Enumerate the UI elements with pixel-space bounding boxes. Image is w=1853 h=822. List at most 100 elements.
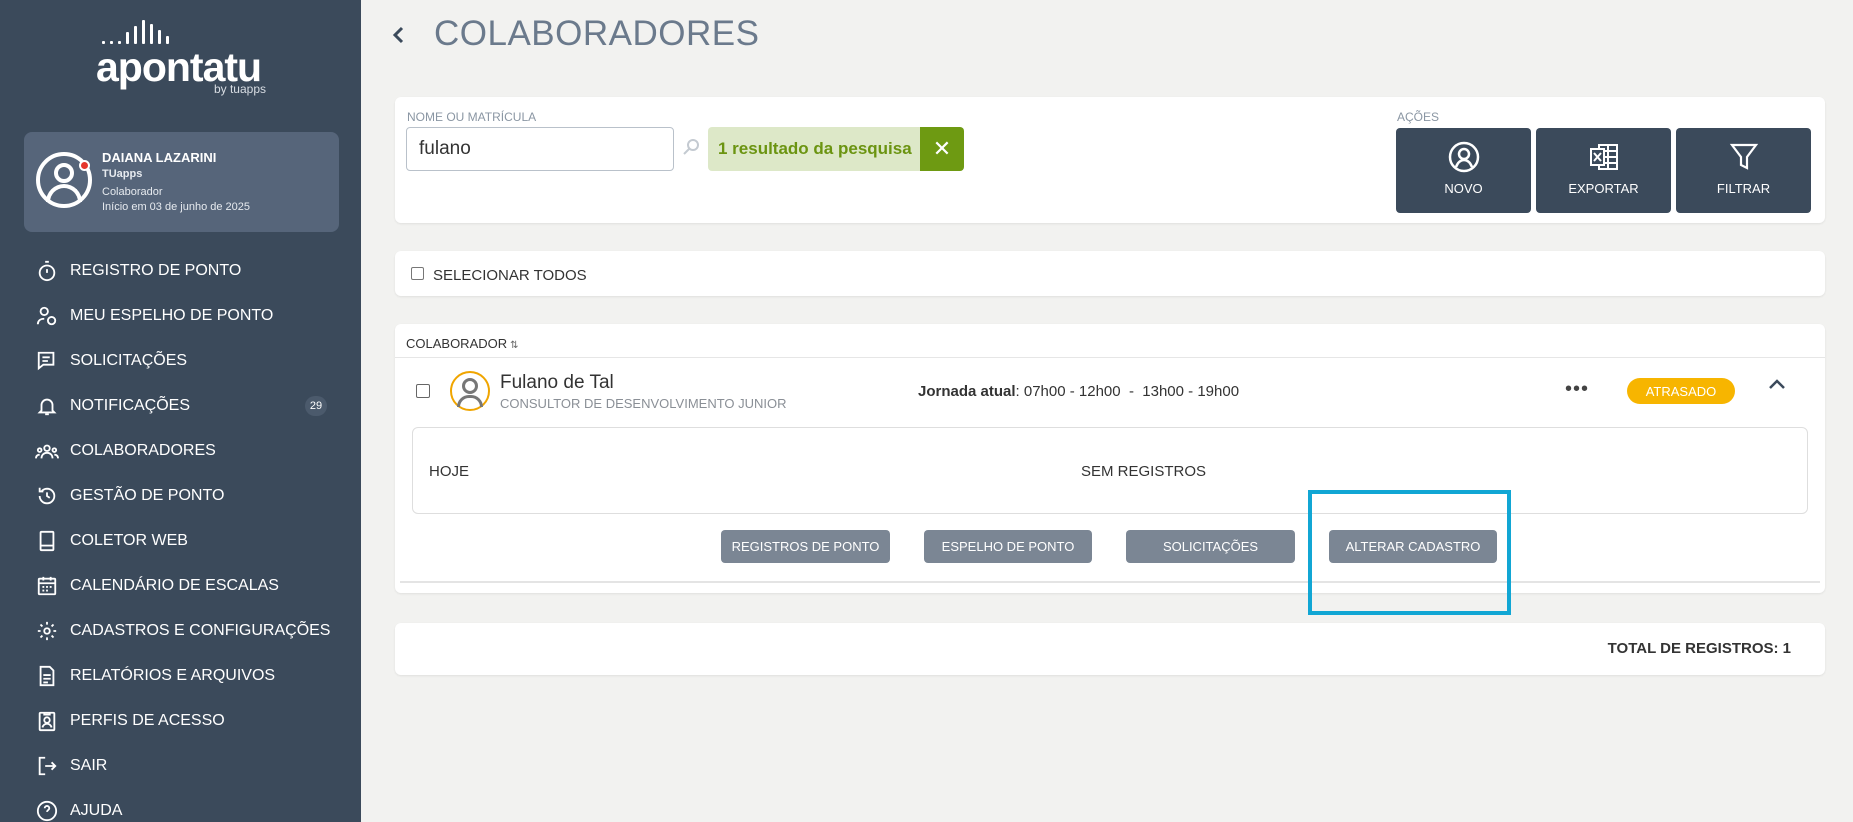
current-schedule: Jornada atual: 07h00 - 12h00 - 13h00 - 1…: [918, 383, 1239, 400]
filter-button-label: FILTRAR: [1716, 181, 1771, 196]
export-button[interactable]: EXPORTAR: [1536, 128, 1671, 213]
column-header-colaborador[interactable]: COLABORADOR ⇅: [406, 336, 519, 351]
user-profile-card[interactable]: DAIANA LAZARINI TUapps Colaborador Iníci…: [24, 132, 339, 232]
page-title: COLABORADORES: [434, 14, 760, 53]
online-dot: [79, 160, 90, 171]
logo-bars: [102, 18, 169, 44]
sidebar-item-coletor-web[interactable]: COLETOR WEB: [0, 518, 361, 563]
chevron-left-icon: [392, 26, 404, 44]
total-bar: TOTAL DE REGISTROS: 1: [395, 623, 1825, 675]
sidebar-item-label: COLABORADORES: [70, 441, 216, 459]
sidebar-item-ajuda[interactable]: AJUDA: [0, 788, 361, 822]
employee-role: CONSULTOR DE DESENVOLVIMENTO JUNIOR: [500, 396, 787, 411]
filter-button[interactable]: FILTRAR: [1676, 128, 1811, 213]
today-label: HOJE: [429, 463, 470, 480]
history-icon: [34, 483, 60, 509]
highlight-box: [1308, 490, 1511, 615]
sidebar-item-perfis[interactable]: PERFIS DE ACESSO: [0, 698, 361, 743]
clear-search-button[interactable]: ✕: [920, 127, 964, 171]
sidebar-item-label: CADASTROS E CONFIGURAÇÕES: [70, 621, 331, 639]
search-input[interactable]: [406, 127, 674, 171]
select-all-label[interactable]: SELECIONAR TODOS: [433, 267, 587, 284]
profile-since: Início em 03 de junho de 2025: [102, 201, 251, 213]
today-records-panel: HOJE SEM REGISTROS: [412, 427, 1808, 514]
divider: [400, 581, 1820, 583]
profile-name: DAIANA LAZARINI: [102, 150, 217, 165]
back-button[interactable]: [390, 22, 406, 53]
sidebar-nav: REGISTRO DE PONTO MEU ESPELHO DE PONTO S…: [0, 248, 361, 822]
select-all-checkbox[interactable]: [411, 267, 424, 280]
search-label: NOME OU MATRÍCULA: [407, 110, 537, 124]
logout-icon: [34, 753, 60, 779]
stopwatch-icon: [34, 258, 60, 284]
sidebar-item-label: GESTÃO DE PONTO: [70, 486, 225, 504]
employee-avatar: [450, 371, 490, 411]
id-badge-icon: [34, 708, 60, 734]
user-clock-icon: [34, 303, 60, 329]
sidebar-item-colaboradores[interactable]: COLABORADORES: [0, 428, 361, 473]
sidebar: apontatu by tuapps DAIANA LAZARINI TUapp…: [0, 0, 361, 822]
sort-icon: ⇅: [510, 340, 519, 351]
sidebar-item-label: NOTIFICAÇÕES: [70, 396, 191, 414]
today-value: SEM REGISTROS: [1081, 463, 1207, 480]
schedule-label: Jornada atual: [918, 383, 1016, 400]
employee-list: COLABORADOR ⇅ Fulano de Tal CONSULTOR DE …: [395, 324, 1825, 593]
sidebar-item-label: AJUDA: [70, 801, 123, 819]
filter-icon: [1727, 140, 1761, 174]
logo-by: by tuapps: [213, 82, 266, 96]
sidebar-item-label: PERFIS DE ACESSO: [70, 711, 225, 729]
close-icon: ✕: [932, 136, 952, 161]
sidebar-item-sair[interactable]: SAIR: [0, 743, 361, 788]
help-icon: [34, 798, 60, 822]
sidebar-item-relatorios[interactable]: RELATÓRIOS E ARQUIVOS: [0, 653, 361, 698]
more-options-button[interactable]: •••: [1565, 378, 1589, 401]
timesheet-button[interactable]: ESPELHO DE PONTO: [924, 530, 1092, 563]
search-icon[interactable]: [681, 137, 703, 159]
app-logo[interactable]: apontatu by tuapps: [96, 18, 276, 98]
collapse-button[interactable]: [1765, 372, 1789, 396]
sidebar-item-label: SOLICITAÇÕES: [70, 351, 188, 369]
excel-icon: [1587, 140, 1621, 174]
status-badge: ATRASADO: [1627, 378, 1735, 404]
users-icon: [34, 438, 60, 464]
sidebar-item-registro-de-ponto[interactable]: REGISTRO DE PONTO: [0, 248, 361, 293]
search-result-tag: 1 resultado da pesquisa: [708, 127, 920, 171]
sidebar-item-label: RELATÓRIOS E ARQUIVOS: [70, 666, 276, 684]
sidebar-item-gestao-de-ponto[interactable]: GESTÃO DE PONTO: [0, 473, 361, 518]
actions-label: AÇÕES: [1397, 110, 1440, 124]
profile-role: Colaborador: [102, 186, 163, 198]
schedule-value: : 07h00 - 12h00 - 13h00 - 19h00: [1015, 383, 1240, 400]
sidebar-item-label: REGISTRO DE PONTO: [70, 261, 242, 279]
profile-company: TUapps: [102, 168, 143, 180]
chevron-up-icon: [1769, 379, 1785, 389]
tablet-icon: [34, 528, 60, 554]
user-add-icon: [1447, 140, 1481, 174]
sidebar-item-label: COLETOR WEB: [70, 531, 188, 549]
search-panel: NOME OU MATRÍCULA 1 resultado da pesquis…: [395, 97, 1825, 223]
requests-button[interactable]: SOLICITAÇÕES: [1126, 530, 1295, 563]
sidebar-item-cadastros[interactable]: CADASTROS E CONFIGURAÇÕES: [0, 608, 361, 653]
divider: [395, 357, 1825, 358]
new-button-label: NOVO: [1444, 181, 1483, 196]
gear-icon: [34, 618, 60, 644]
select-all-bar: SELECIONAR TODOS: [395, 251, 1825, 296]
sidebar-item-solicitacoes[interactable]: SOLICITAÇÕES: [0, 338, 361, 383]
request-icon: [34, 348, 60, 374]
sidebar-item-label: CALENDÁRIO DE ESCALAS: [70, 576, 279, 594]
export-button-label: EXPORTAR: [1568, 181, 1639, 196]
row-checkbox[interactable]: [416, 384, 430, 398]
bell-icon: [34, 393, 60, 419]
total-records: TOTAL DE REGISTROS: 1: [1607, 640, 1791, 657]
sidebar-item-label: MEU ESPELHO DE PONTO: [70, 306, 274, 324]
avatar: [36, 152, 92, 208]
sidebar-item-meu-espelho[interactable]: MEU ESPELHO DE PONTO: [0, 293, 361, 338]
sidebar-item-calendario[interactable]: CALENDÁRIO DE ESCALAS: [0, 563, 361, 608]
document-icon: [34, 663, 60, 689]
new-button[interactable]: NOVO: [1396, 128, 1531, 213]
time-records-button[interactable]: REGISTROS DE PONTO: [721, 530, 890, 563]
notification-count-badge: 29: [305, 396, 327, 416]
calendar-icon: [34, 573, 60, 599]
employee-name[interactable]: Fulano de Tal: [500, 372, 614, 394]
sidebar-item-notificacoes[interactable]: NOTIFICAÇÕES 29: [0, 383, 361, 428]
sidebar-item-label: SAIR: [70, 756, 108, 774]
